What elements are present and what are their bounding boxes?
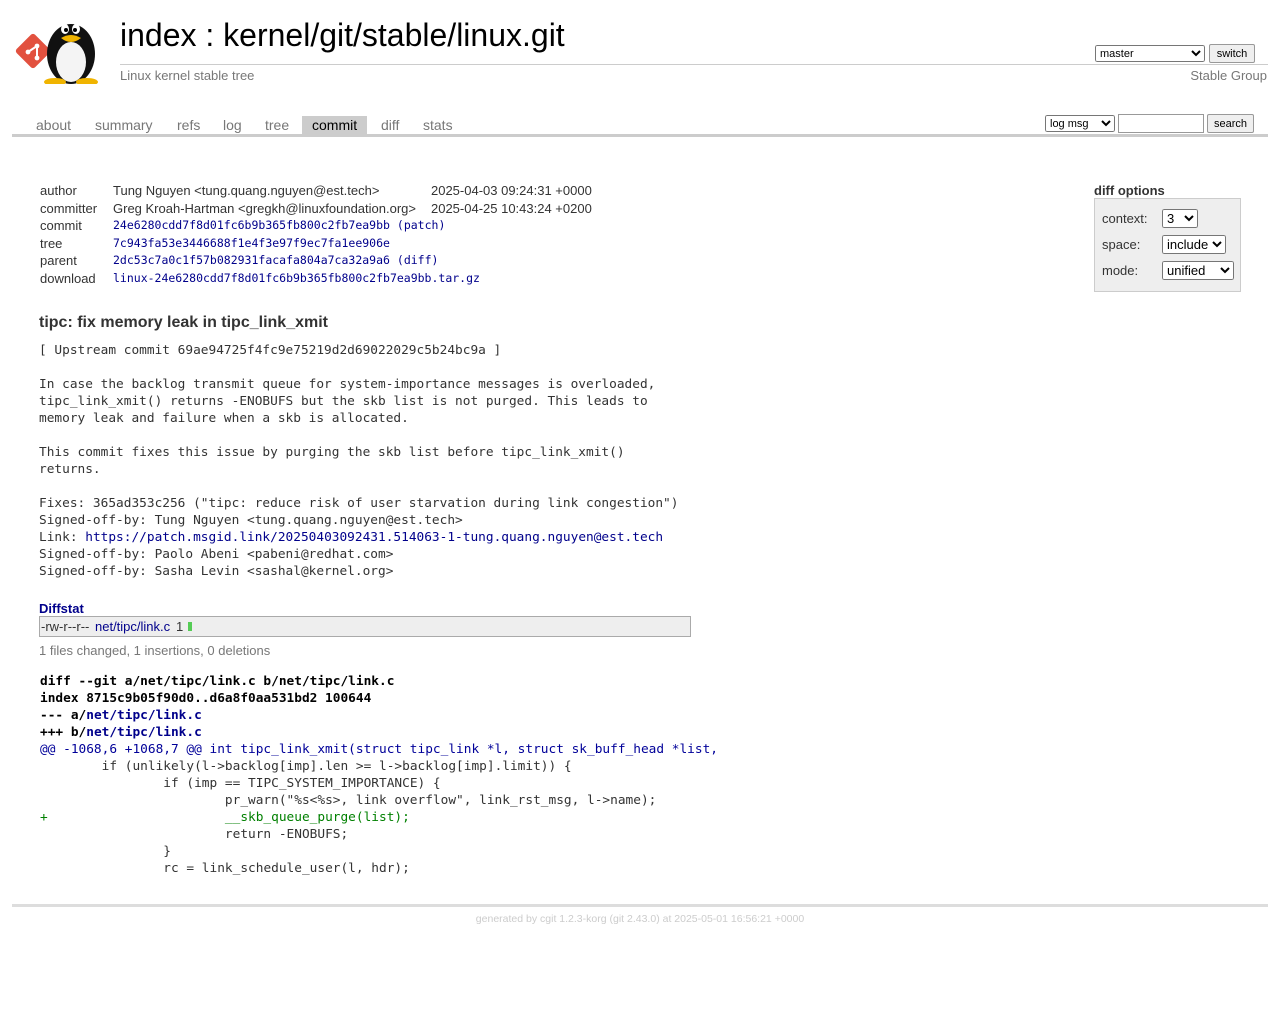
branch-select[interactable]: master	[1095, 45, 1205, 62]
author-date: 2025-04-03 09:24:31 +0000	[430, 183, 592, 198]
commit-label: commit	[40, 218, 82, 233]
diffstat-heading[interactable]: Diffstat	[39, 601, 84, 616]
title-separator: :	[196, 17, 224, 53]
commit-row: commit 24e6280cdd7f8d01fc6b9b365fb800c2f…	[37, 218, 595, 236]
patch-msgid-link[interactable]: https://patch.msgid.link/20250403092431.…	[85, 530, 663, 545]
author-label: author	[40, 183, 77, 198]
commit-message: [ Upstream commit 69ae94725f4fc9e75219d2…	[39, 342, 678, 580]
diff-view: diff --git a/net/tipc/link.c b/net/tipc/…	[40, 673, 718, 877]
link-label: Link:	[39, 530, 86, 545]
download-link[interactable]: linux-24e6280cdd7f8d01fc6b9b365fb800c2fb…	[113, 271, 480, 285]
author-row: author Tung Nguyen <tung.quang.nguyen@es…	[37, 183, 595, 201]
tab-about[interactable]: about	[26, 116, 81, 134]
tab-refs[interactable]: refs	[167, 116, 210, 134]
change-count: 1	[176, 619, 184, 634]
diff-options-panel: context: 3 space: include mode: unified	[1094, 198, 1241, 292]
download-row: download linux-24e6280cdd7f8d01fc6b9b365…	[37, 271, 595, 289]
diff-index-line: index 8715c9b05f90d0..d6a8f0aa531bd2 100…	[40, 691, 372, 706]
tab-summary[interactable]: summary	[85, 116, 163, 134]
footer-generated: generated by	[475, 913, 541, 925]
commit-hash-link[interactable]: 24e6280cdd7f8d01fc6b9b365fb800c2fb7ea9bb	[113, 218, 390, 232]
signed-off-line: Signed-off-by: Sasha Levin <sashal@kerne…	[39, 564, 394, 579]
parent-label: parent	[40, 253, 77, 268]
plus-prefix: +++ b/	[40, 725, 87, 740]
context-line: if (unlikely(l->backlog[imp].len >= l->b…	[40, 759, 572, 774]
header-divider	[120, 64, 1268, 65]
parent-hash-link[interactable]: 2dc53c7a0c1f57b082931facafa804a7ca32a9a6	[113, 253, 390, 267]
tree-row: tree 7c943fa53e3446688f1e4f3e97f9ec7fa1e…	[37, 236, 595, 254]
context-label: context:	[1102, 211, 1148, 226]
download-label: download	[40, 270, 96, 286]
context-line: rc = link_schedule_user(l, hdr);	[40, 861, 410, 876]
diffstat-table: -rw-r--r-- net/tipc/link.c 1	[39, 616, 691, 637]
diffstat-summary: 1 files changed, 1 insertions, 0 deletio…	[39, 643, 271, 658]
file-mode: -rw-r--r--	[41, 619, 90, 634]
signed-off-line: Signed-off-by: Paolo Abeni <pabeni@redha…	[39, 547, 394, 562]
insertions-bar	[188, 622, 192, 631]
tree-hash-link[interactable]: 7c943fa53e3446688f1e4f3e97f9ec7fa1ee906e	[113, 236, 390, 250]
hunk-header: @@ -1068,6 +1068,7 @@ int tipc_link_xmit…	[40, 742, 718, 757]
footer-timestamp: ) at 2025-05-01 16:56:21 +0000	[656, 913, 805, 925]
committer-date: 2025-04-25 10:43:24 +0200	[430, 200, 592, 216]
context-line: return -ENOBUFS;	[40, 827, 349, 842]
tab-stats[interactable]: stats	[413, 116, 463, 134]
repo-owner: Stable Group	[1190, 68, 1267, 83]
parent-row: parent 2dc53c7a0c1f57b082931facafa804a7c…	[37, 253, 595, 271]
git-link[interactable]: git 2.43.0	[613, 913, 656, 925]
message-paragraph-1: In case the backlog transmit queue for s…	[39, 377, 656, 426]
committer-value: Greg Kroah-Hartman <gregkh@linuxfoundati…	[113, 200, 416, 216]
search-button[interactable]: search	[1207, 114, 1254, 133]
search-scope-select[interactable]: log msg	[1045, 115, 1115, 132]
footer-divider	[12, 904, 1268, 907]
message-paragraph-2: This commit fixes this issue by purging …	[39, 445, 625, 477]
fixes-line: Fixes: 365ad353c256 ("tipc: reduce risk …	[39, 496, 679, 511]
context-select[interactable]: 3	[1162, 209, 1198, 228]
index-link[interactable]: index	[120, 17, 197, 53]
cgit-link[interactable]: cgit 1.2.3-korg	[540, 913, 607, 925]
signed-off-line: Signed-off-by: Tung Nguyen <tung.quang.n…	[39, 513, 463, 528]
parent-diff-link[interactable]: diff	[404, 253, 432, 267]
space-select[interactable]: include	[1162, 235, 1226, 254]
site-logo[interactable]	[15, 12, 109, 86]
committer-label: committer	[40, 200, 98, 216]
committer-row: committer Greg Kroah-Hartman <gregkh@lin…	[37, 201, 595, 219]
commit-info-table: author Tung Nguyen <tung.quang.nguyen@es…	[37, 183, 595, 288]
context-line: }	[40, 844, 171, 859]
tux-git-logo-icon	[15, 24, 98, 86]
diff-header: diff --git a/net/tipc/link.c b/net/tipc/…	[40, 674, 395, 689]
context-line: pr_warn("%s<%s>, link overflow", link_rs…	[40, 793, 657, 808]
tab-tree[interactable]: tree	[255, 116, 299, 134]
added-line: + __skb_queue_purge(list);	[40, 810, 410, 825]
space-label: space:	[1102, 237, 1141, 252]
switch-button[interactable]: switch	[1209, 44, 1255, 63]
diffstat-file-link[interactable]: net/tipc/link.c	[95, 619, 170, 634]
context-line: if (imp == TIPC_SYSTEM_IMPORTANCE) {	[40, 776, 441, 791]
author-value: Tung Nguyen <tung.quang.nguyen@est.tech>	[113, 183, 380, 198]
tab-log[interactable]: log	[213, 116, 252, 134]
new-file-link[interactable]: net/tipc/link.c	[86, 725, 202, 740]
diff-options-title: diff options	[1094, 183, 1165, 198]
repo-link[interactable]: kernel/git/stable/linux.git	[223, 17, 565, 53]
tab-commit[interactable]: commit	[302, 116, 368, 134]
search-input[interactable]	[1118, 114, 1204, 133]
mode-label: mode:	[1102, 263, 1139, 278]
page-title: index : kernel/git/stable/linux.git	[120, 17, 565, 54]
footer: generated by cgit 1.2.3-korg (git 2.43.0…	[0, 913, 1280, 925]
repo-description: Linux kernel stable tree	[120, 68, 255, 83]
tab-diff[interactable]: diff	[371, 116, 409, 134]
commit-subject: tipc: fix memory leak in tipc_link_xmit	[39, 314, 328, 331]
mode-select[interactable]: unified	[1162, 261, 1234, 280]
minus-prefix: --- a/	[40, 708, 87, 723]
upstream-line: [ Upstream commit 69ae94725f4fc9e75219d2…	[39, 343, 502, 358]
tree-label: tree	[40, 235, 63, 251]
old-file-link[interactable]: net/tipc/link.c	[86, 708, 202, 723]
patch-link[interactable]: patch	[404, 218, 439, 232]
